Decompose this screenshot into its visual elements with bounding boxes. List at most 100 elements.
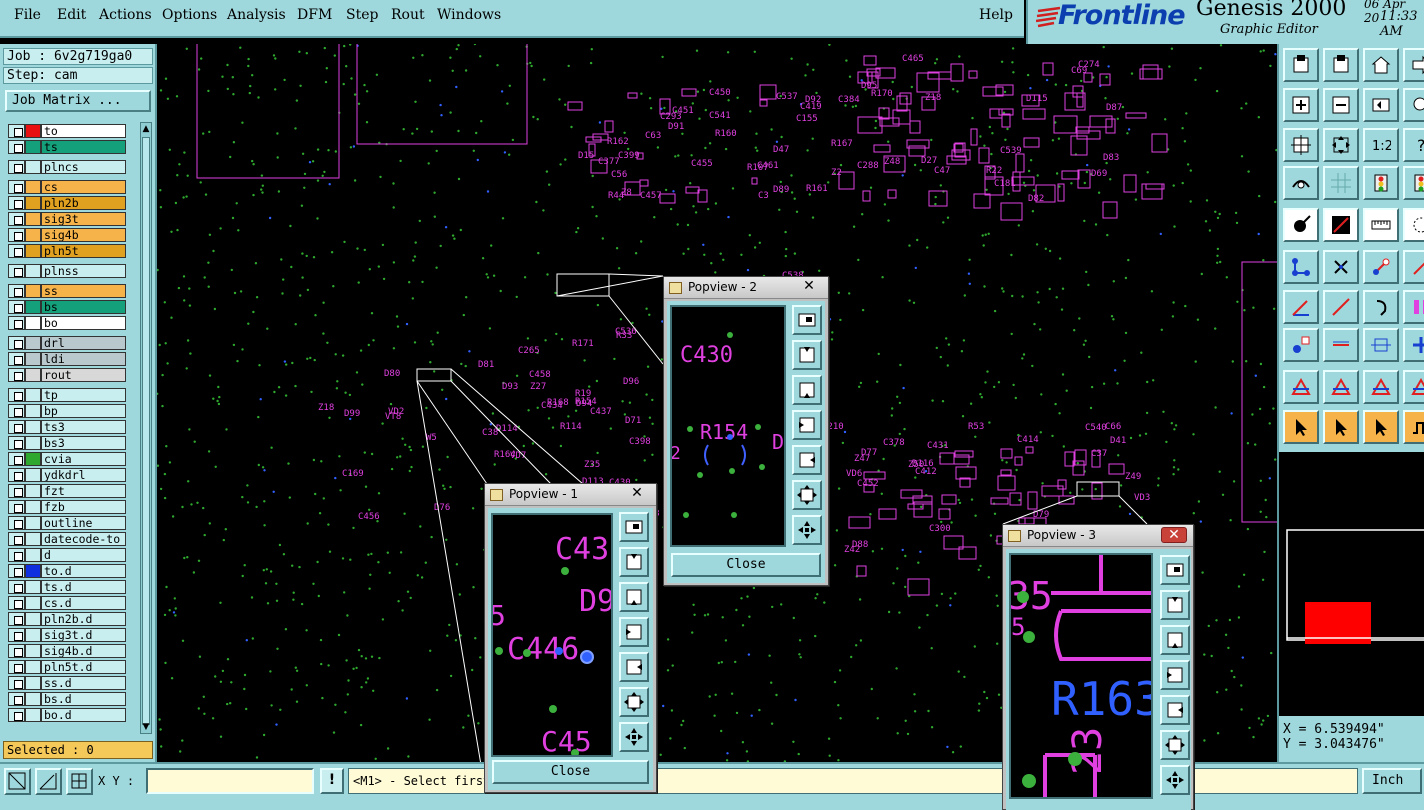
layer-name[interactable]: ldi	[41, 352, 126, 366]
layer-color-swatch[interactable]	[25, 580, 41, 594]
layer-color-swatch[interactable]	[25, 264, 41, 278]
layer-color-swatch[interactable]	[25, 244, 41, 258]
layer-color-swatch[interactable]	[25, 368, 41, 382]
tool-button-zoom-out[interactable]	[1323, 88, 1359, 122]
layer-name[interactable]: outline	[41, 516, 126, 530]
menu-rout[interactable]: Rout	[391, 7, 425, 23]
layer-row-bo[interactable]: bo	[6, 316, 128, 330]
layer-row-pln2b[interactable]: pln2b	[6, 196, 128, 210]
layer-name[interactable]: sig4b	[41, 228, 126, 242]
layer-row-sig4b-d[interactable]: sig4b.d	[6, 644, 128, 658]
popview-1-close-button[interactable]: Close	[492, 760, 649, 784]
layer-row-sig3t[interactable]: sig3t	[6, 212, 128, 226]
tool-button-zoom-in[interactable]	[1283, 88, 1319, 122]
popview-tool-pan-right[interactable]	[792, 445, 822, 475]
popview-2-canvas[interactable]: C430 R154 D 2	[670, 305, 786, 547]
layer-color-swatch[interactable]	[25, 160, 41, 174]
popview-tool-zoom-out[interactable]	[1160, 625, 1190, 655]
layer-row-fzt[interactable]: fzt	[6, 484, 128, 498]
layer-color-swatch[interactable]	[25, 436, 41, 450]
popview-2[interactable]: Popview - 2 ✕ C430 R154 D 2 Close	[663, 276, 829, 586]
layer-color-swatch[interactable]	[25, 212, 41, 226]
layer-color-swatch[interactable]	[25, 548, 41, 562]
layer-row-datecode-to[interactable]: datecode-to	[6, 532, 128, 546]
layer-color-swatch[interactable]	[25, 140, 41, 154]
tool-button-route[interactable]	[1403, 328, 1424, 362]
tool-button-mirror[interactable]	[1403, 290, 1424, 324]
tool-button-help[interactable]: ?	[1403, 128, 1424, 162]
tool-button-layers[interactable]	[1363, 166, 1399, 200]
tool-button-trim[interactable]	[1323, 328, 1359, 362]
layer-checkbox[interactable]	[8, 316, 25, 330]
layer-name[interactable]: bp	[41, 404, 126, 418]
layer-row-plncs[interactable]: plncs	[6, 160, 128, 174]
layer-color-swatch[interactable]	[25, 452, 41, 466]
layer-checkbox[interactable]	[8, 468, 25, 482]
tool-button-move[interactable]	[1283, 328, 1319, 362]
popview-2-view[interactable]: C430 R154 D 2	[672, 307, 784, 545]
layer-checkbox[interactable]	[8, 452, 25, 466]
layer-color-swatch[interactable]	[25, 612, 41, 626]
tool-button-grid[interactable]	[1323, 166, 1359, 200]
layer-name[interactable]: drl	[41, 336, 126, 350]
layer-checkbox[interactable]	[8, 692, 25, 706]
layer-name[interactable]: bo.d	[41, 708, 126, 722]
layer-row-plnss[interactable]: plnss	[6, 264, 128, 278]
popview-2-titlebar[interactable]: Popview - 2 ✕	[664, 277, 828, 299]
snap-mode-button[interactable]	[4, 768, 31, 795]
popview-3-titlebar[interactable]: Popview - 3 ✕	[1003, 525, 1193, 547]
layer-checkbox[interactable]	[8, 264, 25, 278]
layer-color-swatch[interactable]	[25, 532, 41, 546]
layer-color-swatch[interactable]	[25, 300, 41, 314]
tool-button-add-pad[interactable]	[1283, 208, 1319, 242]
layer-checkbox[interactable]	[8, 388, 25, 402]
popview-2-close-button[interactable]: Close	[671, 553, 821, 577]
layer-checkbox[interactable]	[8, 420, 25, 434]
layer-row-fzb[interactable]: fzb	[6, 500, 128, 514]
layer-row-bs-d[interactable]: bs.d	[6, 692, 128, 706]
tool-button-triangle[interactable]	[1323, 370, 1359, 404]
layer-checkbox[interactable]	[8, 596, 25, 610]
layer-row-ts-d[interactable]: ts.d	[6, 580, 128, 594]
layer-row-drl[interactable]: drl	[6, 336, 128, 350]
close-icon[interactable]: ✕	[1161, 527, 1187, 543]
layer-row-cs[interactable]: cs	[6, 180, 128, 194]
layer-name[interactable]: ts.d	[41, 580, 126, 594]
tool-button-cross[interactable]	[1323, 250, 1359, 284]
layer-color-swatch[interactable]	[25, 388, 41, 402]
menu-actions[interactable]: Actions	[99, 7, 152, 23]
tool-button-fit-screen[interactable]	[1323, 128, 1359, 162]
layer-checkbox[interactable]	[8, 212, 25, 226]
layer-name[interactable]: ss	[41, 284, 126, 298]
layer-name[interactable]: rout	[41, 368, 126, 382]
layer-row-pln2b-d[interactable]: pln2b.d	[6, 612, 128, 626]
layer-checkbox[interactable]	[8, 284, 25, 298]
layer-color-swatch[interactable]	[25, 484, 41, 498]
layer-row-ss-d[interactable]: ss.d	[6, 676, 128, 690]
popview-1-view[interactable]: C43 D9 5 C446 C45	[493, 515, 611, 755]
layer-row-ts[interactable]: ts	[6, 140, 128, 154]
layer-row-bp[interactable]: bp	[6, 404, 128, 418]
layer-color-swatch[interactable]	[25, 516, 41, 530]
layer-color-swatch[interactable]	[25, 316, 41, 330]
layer-list-scrollbar[interactable]: ▲ ▼	[140, 122, 152, 734]
popview-tool-zoom-window[interactable]	[619, 512, 649, 542]
layer-color-swatch[interactable]	[25, 420, 41, 434]
layer-name[interactable]: bo	[41, 316, 126, 330]
layer-color-swatch[interactable]	[25, 676, 41, 690]
layer-row-cs-d[interactable]: cs.d	[6, 596, 128, 610]
layer-checkbox[interactable]	[8, 228, 25, 242]
layer-row-bs3[interactable]: bs3	[6, 436, 128, 450]
layer-color-swatch[interactable]	[25, 228, 41, 242]
menu-dfm[interactable]: DFM	[297, 7, 332, 23]
tool-button-rotate[interactable]	[1363, 290, 1399, 324]
layer-name[interactable]: ss.d	[41, 676, 126, 690]
layer-color-swatch[interactable]	[25, 468, 41, 482]
tool-button-snap[interactable]	[1403, 250, 1424, 284]
menu-file[interactable]: File	[14, 7, 41, 23]
popview-tool-center[interactable]	[619, 722, 649, 752]
layer-checkbox[interactable]	[8, 436, 25, 450]
layer-name[interactable]: cs.d	[41, 596, 126, 610]
job-matrix-button[interactable]: Job Matrix ...	[5, 90, 151, 112]
layer-row-outline[interactable]: outline	[6, 516, 128, 530]
